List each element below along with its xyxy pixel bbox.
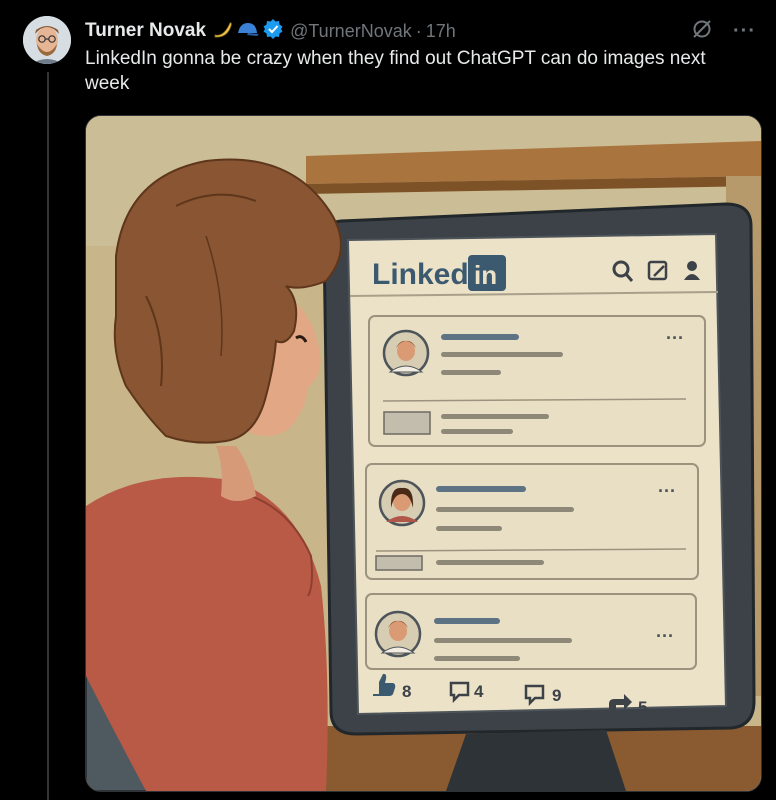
author-name[interactable]: Turner Novak: [85, 20, 206, 42]
grok-icon[interactable]: [691, 18, 713, 45]
timestamp[interactable]: 17h: [426, 21, 456, 42]
tweet-header: Turner Novak @TurnerNovak · 17h ···: [85, 18, 756, 44]
screen-post-card-2: ···: [365, 463, 699, 580]
tweet-text: LinkedIn gonna be crazy when they find o…: [85, 48, 706, 94]
cap-icon: [236, 18, 260, 45]
repost-count: 5: [638, 698, 647, 717]
more-options-icon[interactable]: ···: [733, 20, 756, 43]
post-menu-3: ···: [656, 626, 674, 646]
screen-post-card-3: ···: [365, 593, 697, 670]
banana-icon: [212, 18, 234, 45]
post-menu-1: ···: [666, 328, 684, 348]
separator-dot: ·: [415, 20, 422, 41]
screen-post-card-1: ···: [368, 315, 706, 447]
like-count: 8: [402, 682, 411, 701]
post-menu-2: ···: [658, 481, 676, 501]
linkedin-logo-in: in: [474, 260, 497, 290]
tweet-image[interactable]: Linked in ··· ··· ··· 8 4 9 5: [85, 115, 762, 792]
author-handle[interactable]: @TurnerNovak: [290, 21, 412, 42]
linkedin-logo-text: Linked: [372, 258, 469, 291]
share-count: 9: [552, 686, 561, 705]
verified-icon: [262, 18, 284, 45]
avatar[interactable]: [23, 16, 71, 64]
comment-count: 4: [474, 682, 484, 701]
thread-line: [47, 72, 49, 800]
